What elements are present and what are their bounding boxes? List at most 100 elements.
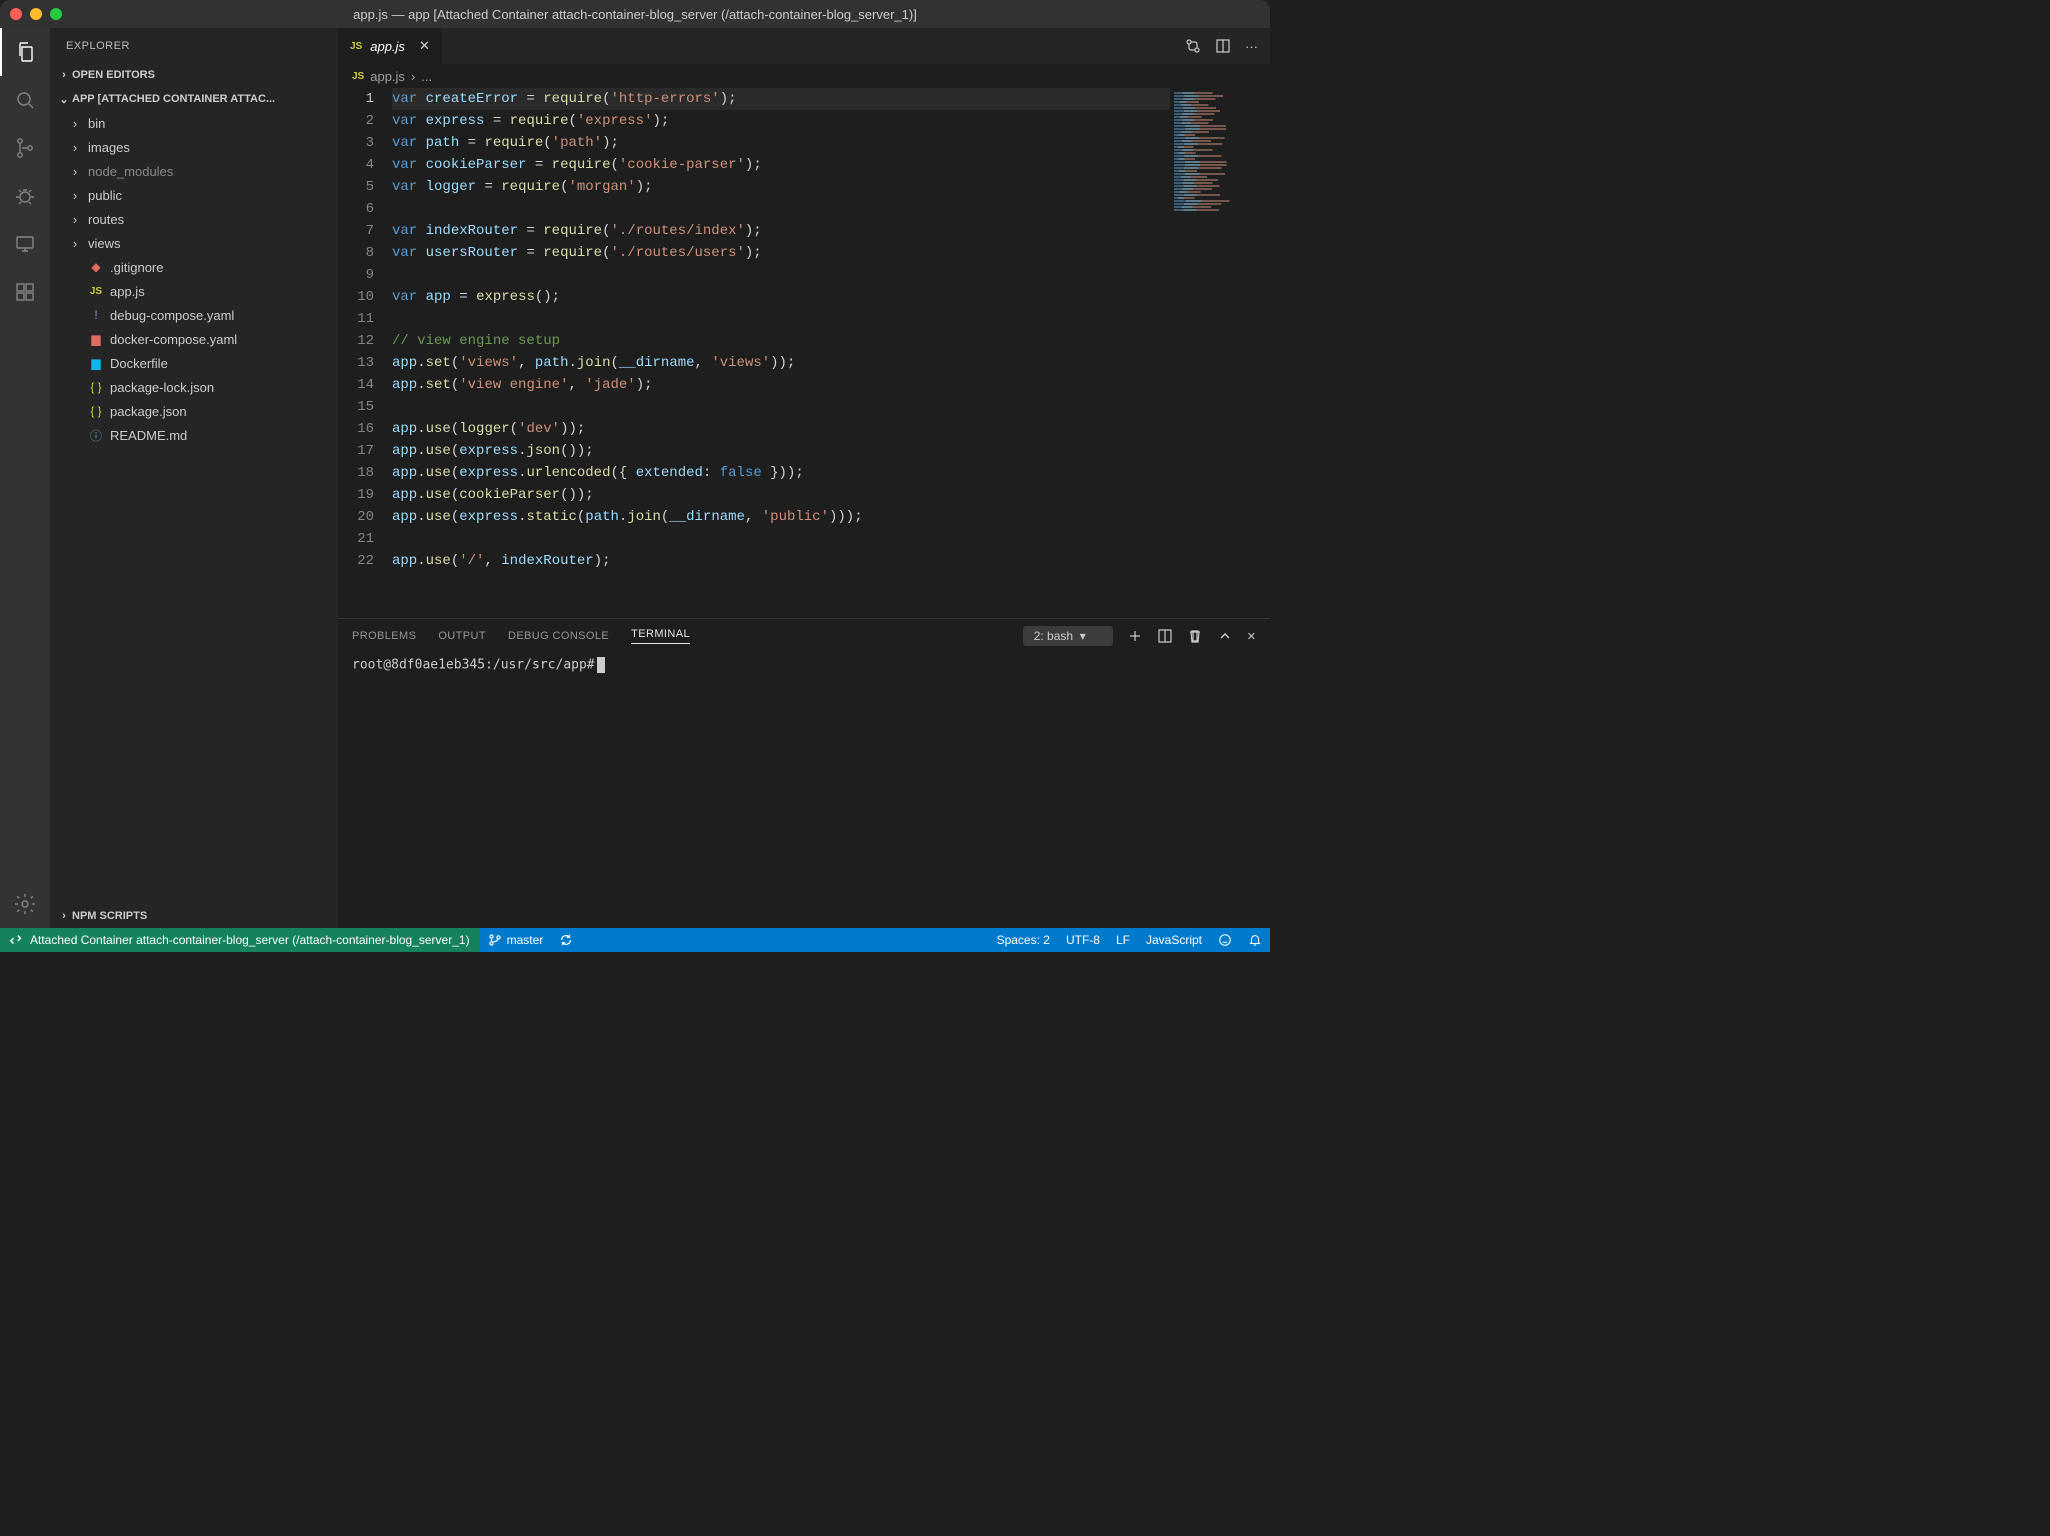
- tab-problems[interactable]: PROBLEMS: [352, 630, 416, 642]
- open-editors-label: OPEN EDITORS: [72, 69, 155, 81]
- open-editors-section[interactable]: › OPEN EDITORS: [50, 63, 338, 87]
- window-title: app.js — app [Attached Container attach-…: [353, 7, 917, 22]
- chevron-right-icon: ›: [68, 236, 82, 251]
- minimap[interactable]: [1170, 88, 1270, 618]
- file-app-js[interactable]: JS app.js: [50, 279, 338, 303]
- folder-label: node_modules: [88, 164, 173, 179]
- file-label: docker-compose.yaml: [110, 332, 237, 347]
- status-remote-label: Attached Container attach-container-blog…: [30, 933, 470, 947]
- folder-views[interactable]: › views: [50, 231, 338, 255]
- status-branch[interactable]: master: [480, 928, 552, 952]
- folder-node_modules[interactable]: › node_modules: [50, 159, 338, 183]
- tab-debug-console[interactable]: DEBUG CONSOLE: [508, 630, 609, 642]
- status-branch-label: master: [507, 933, 544, 947]
- status-eol[interactable]: LF: [1108, 933, 1138, 947]
- source-control-icon[interactable]: [0, 124, 50, 172]
- panel-tabs: PROBLEMS OUTPUT DEBUG CONSOLE TERMINAL 2…: [338, 619, 1270, 653]
- file-label: app.js: [110, 284, 145, 299]
- status-encoding[interactable]: UTF-8: [1058, 933, 1108, 947]
- titlebar: app.js — app [Attached Container attach-…: [0, 0, 1270, 28]
- breadcrumb[interactable]: JS app.js › ...: [338, 64, 1270, 88]
- file-docker-compose-yaml[interactable]: ▆docker-compose.yaml: [50, 327, 338, 351]
- chevron-right-icon: ›: [411, 69, 415, 84]
- sidebar-title: EXPLORER: [50, 28, 338, 63]
- folder-images[interactable]: ›images: [50, 135, 338, 159]
- file-label: .gitignore: [110, 260, 163, 275]
- tab-label: app.js: [370, 39, 405, 54]
- file-label: README.md: [110, 428, 187, 443]
- tab-bar: JS app.js ✕ ···: [338, 28, 1270, 64]
- maximize-window-button[interactable]: [50, 8, 62, 20]
- split-editor-icon[interactable]: [1215, 38, 1231, 54]
- file-package-json[interactable]: { } package.json: [50, 399, 338, 423]
- status-bar: Attached Container attach-container-blog…: [0, 928, 1270, 952]
- file-label: package.json: [110, 404, 187, 419]
- git-file-icon: ◆: [88, 260, 104, 274]
- close-panel-icon[interactable]: ✕: [1247, 630, 1256, 643]
- more-actions-icon[interactable]: ···: [1245, 39, 1258, 54]
- folder-bin[interactable]: ›bin: [50, 111, 338, 135]
- code-content[interactable]: var createError = require('http-errors')…: [392, 88, 1170, 618]
- window-controls: [10, 8, 62, 20]
- file-README-md[interactable]: ⓘREADME.md: [50, 423, 338, 447]
- status-remote[interactable]: Attached Container attach-container-blog…: [0, 928, 480, 952]
- minimize-window-button[interactable]: [30, 8, 42, 20]
- breadcrumb-more: ...: [421, 69, 432, 84]
- json-file-icon: { }: [88, 404, 104, 418]
- compare-changes-icon[interactable]: [1185, 38, 1201, 54]
- tab-actions: ···: [1185, 28, 1270, 64]
- tab-output[interactable]: OUTPUT: [438, 630, 486, 642]
- status-language[interactable]: JavaScript: [1138, 933, 1210, 947]
- explorer-icon[interactable]: [0, 28, 50, 76]
- js-file-icon: JS: [350, 41, 362, 52]
- chevron-right-icon: ›: [56, 69, 72, 81]
- kill-terminal-icon[interactable]: [1187, 628, 1203, 644]
- chevron-right-icon: ›: [68, 116, 82, 131]
- file-Dockerfile[interactable]: ▆Dockerfile: [50, 351, 338, 375]
- extensions-icon[interactable]: [0, 268, 50, 316]
- docker-file-icon: ▆: [88, 356, 104, 370]
- search-icon[interactable]: [0, 76, 50, 124]
- code-editor[interactable]: 12345678910111213141516171819202122 var …: [338, 88, 1270, 618]
- terminal-selector[interactable]: 2: bash ▾: [1023, 626, 1113, 646]
- status-spaces[interactable]: Spaces: 2: [989, 933, 1058, 947]
- terminal-body[interactable]: root@8df0ae1eb345:/usr/src/app#: [338, 653, 1270, 928]
- tab-app-js[interactable]: JS app.js ✕: [338, 28, 443, 64]
- close-window-button[interactable]: [10, 8, 22, 20]
- file-debug-compose-yaml[interactable]: !debug-compose.yaml: [50, 303, 338, 327]
- maximize-panel-icon[interactable]: [1217, 628, 1233, 644]
- explorer-sidebar: EXPLORER › OPEN EDITORS ⌄ APP [ATTACHED …: [50, 28, 338, 928]
- file-label: debug-compose.yaml: [110, 308, 234, 323]
- bottom-panel: PROBLEMS OUTPUT DEBUG CONSOLE TERMINAL 2…: [338, 618, 1270, 928]
- folder-routes[interactable]: ›routes: [50, 207, 338, 231]
- chevron-right-icon: ›: [68, 140, 82, 155]
- split-terminal-icon[interactable]: [1157, 628, 1173, 644]
- js-file-icon: JS: [88, 286, 104, 297]
- tab-terminal[interactable]: TERMINAL: [631, 628, 690, 644]
- terminal-cursor: [597, 657, 605, 673]
- folder-public[interactable]: ›public: [50, 183, 338, 207]
- workspace-root-section[interactable]: ⌄ APP [ATTACHED CONTAINER ATTAC...: [50, 87, 338, 111]
- remote-explorer-icon[interactable]: [0, 220, 50, 268]
- npm-scripts-label: NPM SCRIPTS: [72, 910, 147, 922]
- status-notifications-icon[interactable]: [1240, 933, 1270, 947]
- debug-icon[interactable]: [0, 172, 50, 220]
- breadcrumb-file: app.js: [370, 69, 405, 84]
- file-tree: ›bin›images›node_modules›public›routes›v…: [50, 111, 338, 904]
- status-sync[interactable]: [551, 928, 581, 952]
- line-gutter: 12345678910111213141516171819202122: [338, 88, 392, 618]
- chevron-right-icon: ›: [68, 164, 82, 179]
- chevron-right-icon: ›: [68, 212, 82, 227]
- workspace-root-label: APP [ATTACHED CONTAINER ATTAC...: [72, 93, 275, 105]
- js-file-icon: JS: [352, 71, 364, 82]
- file-package-lock-json[interactable]: { }package-lock.json: [50, 375, 338, 399]
- chevron-down-icon: ⌄: [56, 93, 72, 106]
- status-feedback-icon[interactable]: [1210, 933, 1240, 947]
- chevron-right-icon: ›: [56, 910, 72, 922]
- npm-scripts-section[interactable]: › NPM SCRIPTS: [50, 904, 338, 928]
- close-tab-icon[interactable]: ✕: [419, 38, 430, 54]
- settings-gear-icon[interactable]: [0, 880, 50, 928]
- new-terminal-icon[interactable]: [1127, 628, 1143, 644]
- folder-label: views: [88, 236, 121, 251]
- file--gitignore[interactable]: ◆ .gitignore: [50, 255, 338, 279]
